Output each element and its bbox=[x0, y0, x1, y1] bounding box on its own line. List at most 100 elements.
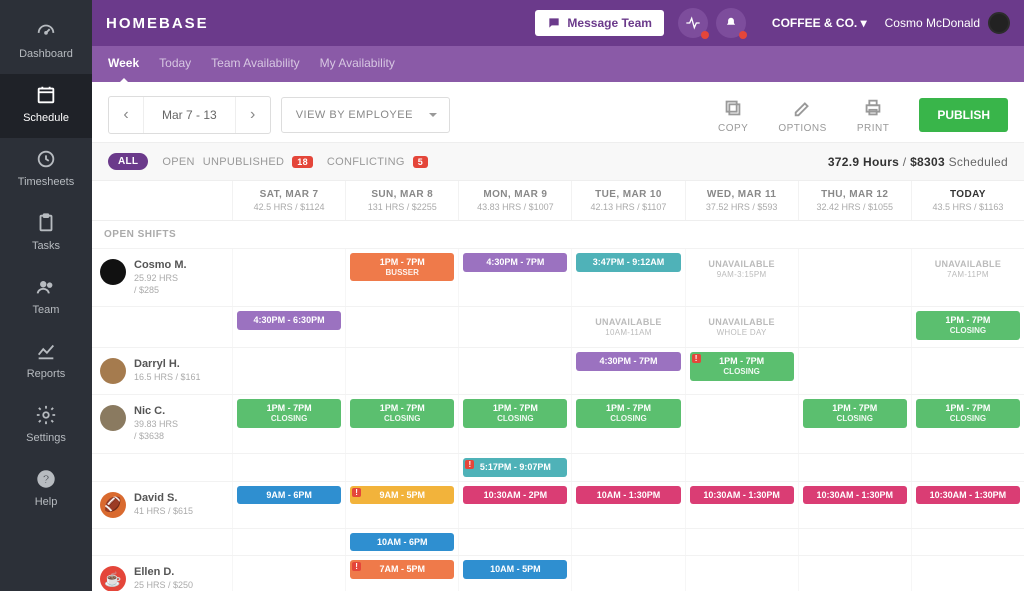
shift-block[interactable]: 1PM - 7PMCLOSING bbox=[237, 399, 341, 427]
emp-cell[interactable] bbox=[92, 454, 232, 481]
shift-block[interactable]: 1PM - 7PMCLOSING bbox=[803, 399, 907, 427]
tab-my-availability[interactable]: My Availability bbox=[320, 56, 395, 72]
day-cell[interactable]: 7AM - 5PM bbox=[345, 556, 458, 591]
shift-block[interactable]: 1PM - 7PMCLOSING bbox=[463, 399, 567, 427]
sidebar-item-settings[interactable]: Settings bbox=[0, 394, 92, 458]
day-cell[interactable]: 9AM - 5PM bbox=[345, 482, 458, 528]
shift-block[interactable]: 10:30AM - 1:30PM bbox=[690, 486, 794, 505]
shift-block[interactable]: 1PM - 7PMCLOSING bbox=[350, 399, 454, 427]
day-header[interactable]: SAT, MAR 742.5 HRS / $1124 bbox=[232, 181, 345, 220]
day-cell[interactable]: 4:30PM - 7PM bbox=[571, 348, 684, 394]
emp-cell[interactable]: Nic C.39.83 HRS/ $3638 bbox=[92, 395, 232, 452]
shift-block[interactable]: 1PM - 7PMCLOSING bbox=[576, 399, 680, 427]
tab-today[interactable]: Today bbox=[159, 56, 191, 72]
location-selector[interactable]: COFFEE & CO. ▾ bbox=[772, 16, 867, 30]
day-cell[interactable]: UNAVAILABLE7AM-11PM bbox=[911, 249, 1024, 306]
filter-open[interactable]: OPEN bbox=[162, 156, 194, 168]
emp-cell[interactable] bbox=[92, 307, 232, 347]
day-cell[interactable] bbox=[798, 556, 911, 591]
sidebar-item-tasks[interactable]: Tasks bbox=[0, 202, 92, 266]
day-cell[interactable]: UNAVAILABLEWHOLE DAY bbox=[685, 307, 798, 347]
next-week-button[interactable]: › bbox=[236, 97, 270, 133]
day-cell[interactable] bbox=[685, 556, 798, 591]
sidebar-item-dashboard[interactable]: Dashboard bbox=[0, 10, 92, 74]
day-header[interactable]: SUN, MAR 8131 HRS / $2255 bbox=[345, 181, 458, 220]
shift-block[interactable]: 9AM - 5PM bbox=[350, 486, 454, 505]
shift-block[interactable]: 10AM - 5PM bbox=[463, 560, 567, 579]
shift-block[interactable]: 1PM - 7PMCLOSING bbox=[916, 399, 1020, 427]
day-cell[interactable]: 1PM - 7PMCLOSING bbox=[911, 395, 1024, 452]
shift-block[interactable]: 10AM - 6PM bbox=[350, 533, 454, 552]
emp-cell[interactable] bbox=[92, 529, 232, 556]
day-cell[interactable] bbox=[458, 529, 571, 556]
day-header[interactable]: THU, MAR 1232.42 HRS / $1055 bbox=[798, 181, 911, 220]
shift-block[interactable]: 9AM - 6PM bbox=[237, 486, 341, 505]
filter-unpublished[interactable]: UNPUBLISHED bbox=[203, 156, 285, 168]
day-cell[interactable] bbox=[685, 454, 798, 481]
shift-block[interactable]: 4:30PM - 7PM bbox=[576, 352, 680, 371]
shift-block[interactable]: 4:30PM - 7PM bbox=[463, 253, 567, 272]
day-cell[interactable] bbox=[345, 307, 458, 347]
shift-block[interactable]: 5:17PM - 9:07PM bbox=[463, 458, 567, 477]
day-cell[interactable] bbox=[458, 307, 571, 347]
day-cell[interactable] bbox=[232, 529, 345, 556]
sidebar-item-help[interactable]: ? Help bbox=[0, 458, 92, 522]
day-cell[interactable]: UNAVAILABLE10AM-11AM bbox=[571, 307, 684, 347]
day-cell[interactable] bbox=[571, 454, 684, 481]
emp-cell[interactable]: 🏈David S.41 HRS / $615 bbox=[92, 482, 232, 528]
day-cell[interactable]: 1PM - 7PMCLOSING bbox=[571, 395, 684, 452]
filter-all[interactable]: ALL bbox=[108, 153, 148, 170]
print-button[interactable]: PRINT bbox=[857, 97, 890, 134]
day-cell[interactable] bbox=[798, 529, 911, 556]
day-cell[interactable]: 1PM - 7PMCLOSING bbox=[798, 395, 911, 452]
day-cell[interactable] bbox=[458, 348, 571, 394]
day-cell[interactable]: 10:30AM - 1:30PM bbox=[911, 482, 1024, 528]
day-cell[interactable] bbox=[798, 307, 911, 347]
day-cell[interactable] bbox=[232, 249, 345, 306]
day-cell[interactable]: 10AM - 1:30PM bbox=[571, 482, 684, 528]
day-cell[interactable] bbox=[345, 454, 458, 481]
day-cell[interactable]: 10:30AM - 2PM bbox=[458, 482, 571, 528]
day-cell[interactable] bbox=[911, 454, 1024, 481]
emp-cell[interactable]: Darryl H.16.5 HRS / $161 bbox=[92, 348, 232, 394]
user-menu[interactable]: Cosmo McDonald bbox=[885, 12, 1010, 34]
day-cell[interactable]: 1PM - 7PMCLOSING bbox=[232, 395, 345, 452]
day-header[interactable]: WED, MAR 1137.52 HRS / $593 bbox=[685, 181, 798, 220]
tab-week[interactable]: Week bbox=[108, 56, 139, 72]
emp-cell[interactable]: ☕Ellen D.25 HRS / $250 bbox=[92, 556, 232, 591]
sidebar-item-reports[interactable]: Reports bbox=[0, 330, 92, 394]
day-cell[interactable]: 1PM - 7PMCLOSING bbox=[345, 395, 458, 452]
day-header[interactable]: TUE, MAR 1042.13 HRS / $1107 bbox=[571, 181, 684, 220]
tab-team-availability[interactable]: Team Availability bbox=[211, 56, 300, 72]
day-cell[interactable] bbox=[232, 454, 345, 481]
shift-block[interactable]: 1PM - 7PMCLOSING bbox=[916, 311, 1020, 339]
day-cell[interactable] bbox=[798, 249, 911, 306]
prev-week-button[interactable]: ‹ bbox=[109, 97, 143, 133]
day-cell[interactable] bbox=[798, 454, 911, 481]
day-cell[interactable]: 9AM - 6PM bbox=[232, 482, 345, 528]
notifications-icon[interactable] bbox=[716, 8, 746, 38]
sidebar-item-timesheets[interactable]: Timesheets bbox=[0, 138, 92, 202]
shift-block[interactable]: 10:30AM - 2PM bbox=[463, 486, 567, 505]
sidebar-item-schedule[interactable]: Schedule bbox=[0, 74, 92, 138]
shift-block[interactable]: 10AM - 1:30PM bbox=[576, 486, 680, 505]
day-cell[interactable] bbox=[911, 348, 1024, 394]
shift-block[interactable]: 10:30AM - 1:30PM bbox=[803, 486, 907, 505]
day-cell[interactable]: 1PM - 7PMBUSSER bbox=[345, 249, 458, 306]
shift-block[interactable]: 3:47PM - 9:12AM bbox=[576, 253, 680, 272]
day-cell[interactable]: 5:17PM - 9:07PM bbox=[458, 454, 571, 481]
shift-block[interactable]: 1PM - 7PMCLOSING bbox=[690, 352, 794, 380]
day-cell[interactable]: 10AM - 6PM bbox=[345, 529, 458, 556]
day-cell[interactable]: 10AM - 5PM bbox=[458, 556, 571, 591]
day-cell[interactable]: 1PM - 7PMCLOSING bbox=[458, 395, 571, 452]
day-cell[interactable]: 1PM - 7PMCLOSING bbox=[685, 348, 798, 394]
activity-icon[interactable] bbox=[678, 8, 708, 38]
day-cell[interactable] bbox=[232, 556, 345, 591]
day-cell[interactable] bbox=[798, 348, 911, 394]
day-cell[interactable] bbox=[232, 348, 345, 394]
sidebar-item-team[interactable]: Team bbox=[0, 266, 92, 330]
day-cell[interactable] bbox=[345, 348, 458, 394]
day-cell[interactable] bbox=[685, 395, 798, 452]
shift-block[interactable]: 7AM - 5PM bbox=[350, 560, 454, 579]
day-cell[interactable]: 10:30AM - 1:30PM bbox=[685, 482, 798, 528]
